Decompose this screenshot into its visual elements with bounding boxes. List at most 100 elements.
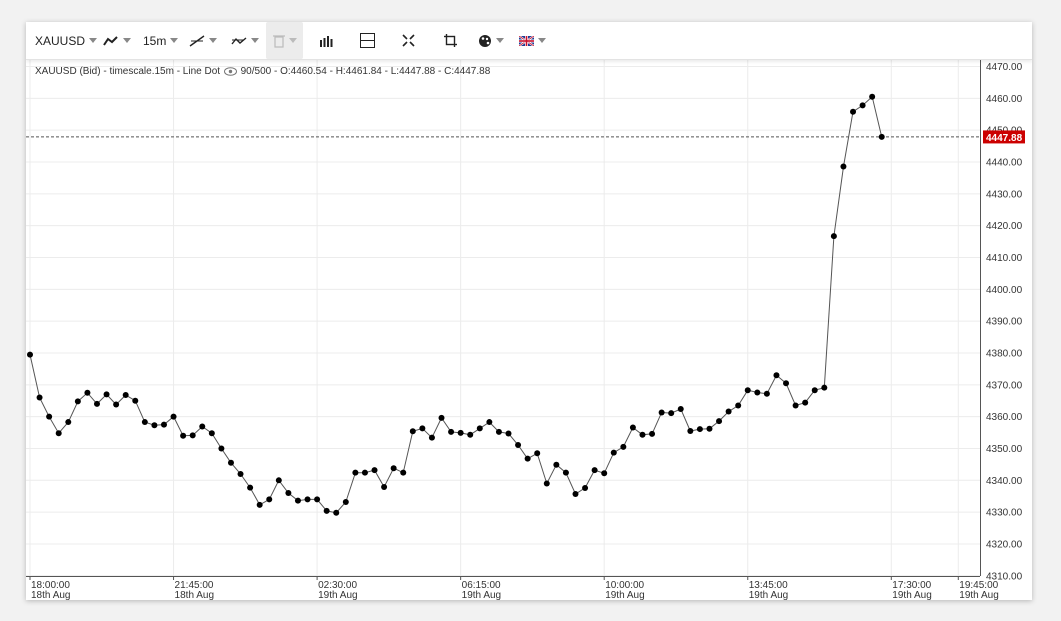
price-point [390,465,397,472]
price-point [160,421,167,428]
price-point [285,490,292,497]
price-chart[interactable]: 4470.004460.004450.004440.004430.004420.… [26,22,1032,600]
price-point [266,496,273,503]
price-point [572,490,579,497]
chevron-down-icon [251,38,259,43]
price-point [218,445,225,452]
frame-button[interactable] [444,22,457,59]
price-point [869,93,876,100]
fullscreen-icon [402,34,415,47]
price-point [763,390,770,397]
chevron-down-icon [89,38,98,43]
chart-window: XAUUSD 15m XAUUSD (Bid) - timescale.15m … [26,22,1032,600]
x-tick-date-label: 19th Aug [959,590,998,600]
price-point [687,427,694,434]
price-point [314,496,321,503]
price-point [610,449,617,456]
language-flag-icon [519,35,534,46]
timeframe-label: 15m [143,33,167,48]
price-point [505,430,512,437]
price-point [294,497,301,504]
y-tick-label: 4430.00 [986,189,1023,200]
symbol-dropdown[interactable]: XAUUSD [35,22,98,59]
price-point [141,419,148,426]
crosshair-toggle-button[interactable] [360,22,375,59]
symbol-label: XAUUSD [35,33,86,48]
price-point [591,467,598,474]
trendline-icon [189,34,205,47]
price-point [811,387,818,394]
y-tick-label: 4350.00 [986,444,1023,455]
chevron-down-icon [170,38,179,43]
price-point [84,389,91,396]
price-point [486,419,493,426]
price-point [132,397,139,404]
y-tick-label: 4420.00 [986,221,1023,232]
price-point [754,389,761,396]
price-point [208,430,215,437]
price-point [371,467,378,474]
chart-info-count: 90/500 [240,66,272,77]
chart-type-dropdown[interactable] [103,22,131,59]
drawing-tools-dropdown[interactable] [189,22,217,59]
y-tick-label: 4330.00 [986,508,1023,519]
x-tick-date-label: 19th Aug [749,590,788,600]
price-point [677,406,684,413]
volume-toggle-button[interactable] [320,22,333,59]
x-tick-date-label: 19th Aug [318,590,357,600]
theme-dropdown[interactable] [478,22,504,59]
price-point [189,432,196,439]
price-point [237,470,244,477]
indicators-dropdown[interactable] [231,22,259,59]
y-tick-label: 4410.00 [986,253,1023,264]
chart-info-prefix: XAUUSD (Bid) - timescale.15m - Line Dot [35,66,221,77]
x-tick-date-label: 19th Aug [605,590,644,600]
price-point [601,470,608,477]
price-point [93,400,100,407]
price-point [409,428,416,435]
timeframe-dropdown[interactable]: 15m [143,22,179,59]
price-point [199,423,206,430]
price-point [716,418,723,425]
y-tick-label: 4400.00 [986,285,1023,296]
price-point [400,469,407,476]
price-point [495,428,502,435]
y-tick-label: 4370.00 [986,380,1023,391]
eye-icon[interactable] [223,67,237,76]
language-dropdown[interactable] [519,22,546,59]
price-point [620,443,627,450]
price-point [352,469,359,476]
price-point [859,102,866,109]
delete-dropdown[interactable] [266,22,303,59]
price-point [840,163,847,170]
price-point [830,233,837,240]
price-point [878,133,885,140]
x-tick-date-label: 19th Aug [892,590,931,600]
price-point [792,402,799,409]
price-point [706,425,713,432]
y-tick-label: 4380.00 [986,348,1023,359]
price-point [476,425,483,432]
fullscreen-button[interactable] [402,22,415,59]
price-point [36,394,43,401]
x-tick-date-label: 18th Aug [175,590,214,600]
price-point [783,380,790,387]
price-point [65,419,72,426]
x-tick-date-label: 19th Aug [462,590,501,600]
y-tick-label: 4360.00 [986,412,1023,423]
price-point [850,108,857,115]
price-point [151,422,158,429]
price-point [639,431,646,438]
price-point [74,398,81,405]
price-point [448,428,455,435]
price-point [821,384,828,391]
price-point [735,402,742,409]
x-tick-date-label: 18th Aug [31,590,70,600]
price-point [668,410,675,417]
price-point [342,498,349,505]
crosshair-icon [360,33,375,48]
price-point [55,430,62,437]
price-point [27,351,33,358]
toolbar: XAUUSD 15m [26,22,1032,60]
price-point [419,425,426,432]
